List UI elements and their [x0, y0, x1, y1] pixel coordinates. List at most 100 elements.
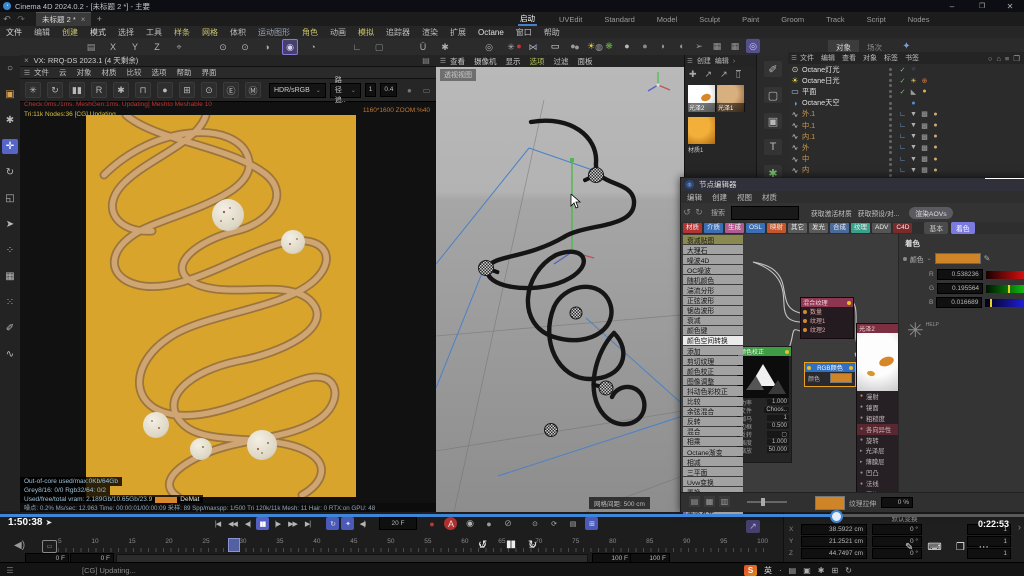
- object-tag[interactable]: ∟: [897, 122, 908, 129]
- node-type-item[interactable]: 颜色空间转换: [683, 336, 743, 345]
- toolbar-icon[interactable]: [328, 40, 342, 54]
- chevron-down-icon[interactable]: ⌄: [927, 255, 932, 262]
- transport-toggle[interactable]: ↻: [326, 517, 339, 530]
- node-type-item[interactable]: 相减: [683, 457, 743, 466]
- tool-icon[interactable]: ▦: [2, 269, 18, 284]
- panel-menu-icon[interactable]: ▤: [420, 56, 432, 65]
- menu-item[interactable]: 渲染: [422, 27, 438, 38]
- player-tool-icon[interactable]: ⋯: [979, 542, 989, 553]
- octane-toolbar-icon[interactable]: ⊞: [179, 82, 195, 98]
- object-tag[interactable]: ▼: [908, 156, 919, 163]
- material-tool-icon[interactable]: ↗: [705, 69, 713, 80]
- tool-icon[interactable]: ○: [2, 61, 18, 76]
- visibility-dots[interactable]: [889, 79, 892, 82]
- menu-item[interactable]: 编辑: [34, 27, 50, 38]
- menu-item[interactable]: 显示: [506, 56, 521, 67]
- tool-icon[interactable]: ◱: [2, 191, 18, 206]
- object-row[interactable]: ⊙ Octane灯光 ✓ ■: [788, 64, 1024, 75]
- object-tag[interactable]: ▼: [908, 167, 919, 174]
- tool-icon[interactable]: ⁙: [2, 295, 18, 310]
- node-correction[interactable]: 颜色校正 功率 1.000: [737, 346, 792, 463]
- category-tab[interactable]: 纹理: [851, 223, 870, 233]
- object-tag[interactable]: ▼: [908, 122, 919, 129]
- toolbar-icon[interactable]: ▦: [728, 39, 742, 53]
- menu-item[interactable]: 模拟: [358, 27, 374, 38]
- view-toggle-icon[interactable]: ▥: [719, 496, 730, 507]
- input-port[interactable]: ●: [860, 393, 863, 399]
- octane-toolbar-icon[interactable]: ⊙: [201, 82, 217, 98]
- search-icon[interactable]: ○: [988, 54, 993, 63]
- input-port[interactable]: [807, 366, 811, 370]
- tab-close-icon[interactable]: ×: [81, 15, 86, 24]
- toolbar-icon[interactable]: ▦: [710, 39, 724, 53]
- object-tag[interactable]: ✓: [897, 88, 908, 96]
- toolbar-icon[interactable]: ◐: [530, 39, 544, 53]
- toolbar-icon[interactable]: ◎: [482, 40, 496, 54]
- video-progress-knob[interactable]: [830, 510, 843, 523]
- object-row[interactable]: ☀ Octane日光 ✓ ☀ ⊕: [788, 75, 1024, 86]
- position-field[interactable]: 44.7497 cm: [801, 548, 867, 559]
- hamburger-icon[interactable]: ☰: [436, 57, 450, 65]
- undo-icon[interactable]: ↺: [681, 207, 693, 218]
- exposure-field[interactable]: 0.4: [380, 83, 397, 97]
- category-tab[interactable]: 介质: [704, 223, 723, 233]
- search-icon[interactable]: ⌂: [996, 54, 1001, 63]
- menu-item[interactable]: 帮助: [177, 67, 192, 78]
- toolbar-icon[interactable]: ➢: [692, 39, 706, 53]
- ime-lang-toggle[interactable]: 英: [764, 565, 772, 576]
- material-param-row[interactable]: ● 旋转: [857, 435, 903, 446]
- pause-overlay-icon[interactable]: ▮▮: [506, 539, 515, 550]
- ime-icon[interactable]: ▤: [789, 566, 797, 575]
- palette-icon[interactable]: T: [764, 139, 782, 155]
- record-button[interactable]: ●: [482, 517, 495, 530]
- timeline-icon[interactable]: ⊙: [528, 517, 541, 530]
- material-param-row[interactable]: ● 漫射: [857, 391, 903, 402]
- toolbar-icon[interactable]: Ü: [416, 40, 430, 54]
- texture-stretch-value[interactable]: 0 %: [881, 497, 913, 508]
- material-tool-icon[interactable]: ✚: [689, 69, 697, 80]
- shading-color-swatch[interactable]: [935, 253, 981, 264]
- ime-icon[interactable]: ↻: [845, 566, 852, 575]
- object-tag[interactable]: ∟: [897, 144, 908, 151]
- maximize-button[interactable]: ❐: [972, 0, 992, 12]
- layout-tab[interactable]: Model: [657, 15, 677, 24]
- octane-toolbar-icon[interactable]: ●: [403, 84, 415, 96]
- menu-item[interactable]: 书签: [905, 53, 919, 63]
- object-tag[interactable]: ▩: [919, 155, 930, 163]
- toolbar-icon[interactable]: Z: [150, 40, 164, 54]
- timeline-icon[interactable]: ⟳: [547, 517, 560, 530]
- record-button[interactable]: ●: [425, 517, 438, 530]
- octane-toolbar-icon[interactable]: ↻: [47, 82, 63, 98]
- ime-icon[interactable]: ⊞: [832, 566, 839, 575]
- input-port[interactable]: ●: [860, 426, 863, 432]
- node-type-item[interactable]: 剪切纹理: [683, 356, 743, 365]
- video-progress-rest[interactable]: [836, 514, 1024, 517]
- visibility-dots[interactable]: [889, 102, 892, 105]
- trash-icon[interactable]: ▯: [736, 70, 741, 78]
- hamburger-icon[interactable]: ☰: [687, 57, 693, 65]
- octane-close-icon[interactable]: ×: [24, 56, 29, 65]
- menu-item[interactable]: 角色: [302, 27, 318, 38]
- samples-field[interactable]: 1: [365, 83, 377, 97]
- tab-basic[interactable]: 基本: [924, 222, 948, 234]
- menu-item[interactable]: 选择: [118, 27, 134, 38]
- material-tool-icon[interactable]: ↗: [720, 69, 728, 80]
- toolbar-icon[interactable]: ✱: [438, 40, 452, 54]
- toolbar-icon[interactable]: ⌖: [172, 40, 186, 54]
- tool-icon[interactable]: ✛: [2, 139, 18, 154]
- node-mix-texture[interactable]: 混合纹理 数量 纹理1: [800, 297, 854, 339]
- object-tag[interactable]: ✓: [897, 66, 908, 74]
- tool-icon[interactable]: ∿: [2, 347, 18, 362]
- menu-item[interactable]: 摄像机: [474, 56, 497, 67]
- menu-item[interactable]: 模式: [90, 27, 106, 38]
- visibility-dots[interactable]: [889, 169, 892, 172]
- node-type-item[interactable]: 添加: [683, 346, 743, 355]
- menu-item[interactable]: 查看: [450, 56, 465, 67]
- object-tag[interactable]: ◣: [908, 88, 919, 96]
- visibility-dots[interactable]: [889, 113, 892, 116]
- material-param-row[interactable]: ● 各向异性: [857, 424, 903, 435]
- octane-toolbar-icon[interactable]: ●: [157, 82, 173, 98]
- toolbar-icon[interactable]: ◔: [306, 40, 320, 54]
- transport-button[interactable]: |◀: [211, 517, 224, 530]
- material-menu-create[interactable]: 创建: [697, 56, 711, 66]
